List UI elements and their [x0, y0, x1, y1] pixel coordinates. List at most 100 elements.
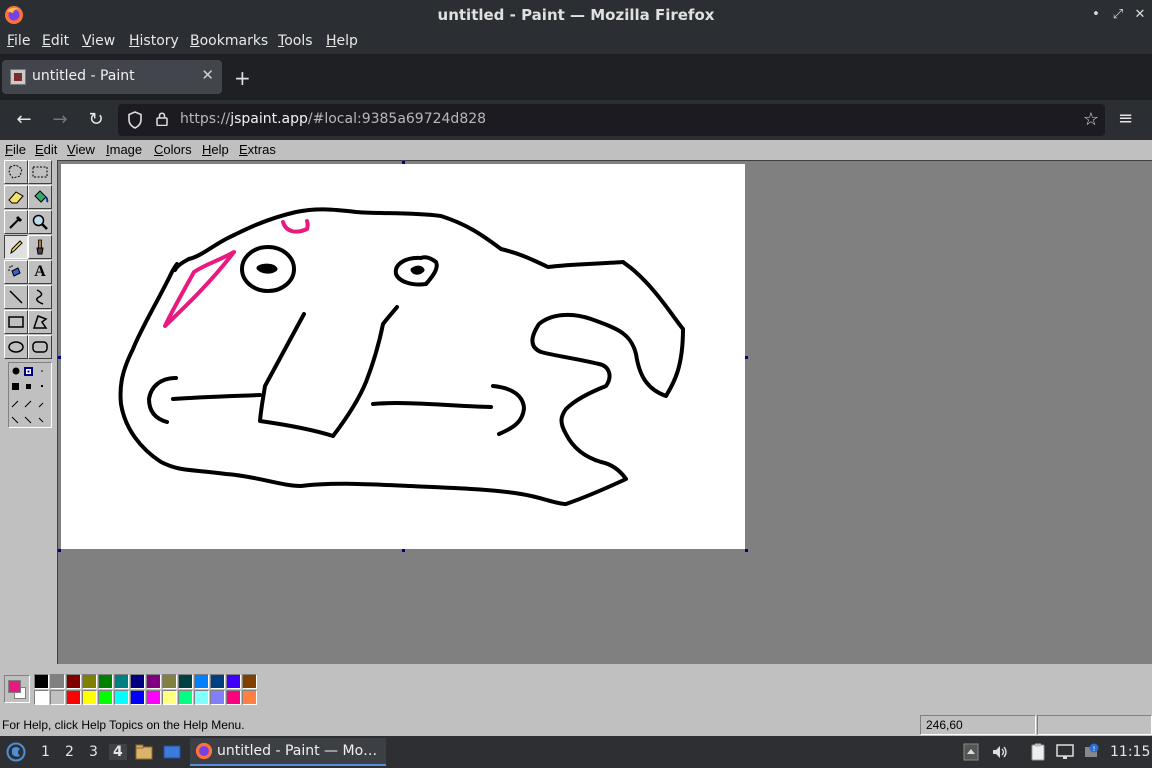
palette-swatch[interactable]: [114, 674, 129, 689]
new-tab-button[interactable]: +: [234, 66, 251, 90]
palette-swatch[interactable]: [178, 690, 193, 705]
forward-button[interactable]: →: [48, 108, 72, 132]
polygon-tool[interactable]: [28, 310, 52, 334]
airbrush-tool[interactable]: [4, 260, 28, 284]
file-manager-icon[interactable]: [134, 742, 154, 762]
palette-swatch[interactable]: [194, 690, 209, 705]
window-titlebar: untitled - Paint — Mozilla Firefox • ⤢ ✕: [0, 0, 1152, 30]
paint-menu-extras[interactable]: Extras: [239, 142, 276, 157]
paint-menu-edit[interactable]: Edit: [35, 142, 57, 157]
network-icon[interactable]: [1055, 743, 1075, 761]
magnifier-tool[interactable]: [28, 210, 52, 234]
resize-handle-right[interactable]: [745, 356, 748, 359]
browser-menu-view[interactable]: View: [82, 33, 115, 49]
drawing-canvas[interactable]: [61, 164, 745, 549]
color-picker-tool[interactable]: [4, 210, 28, 234]
paint-menu-colors[interactable]: Colors: [154, 142, 192, 157]
resize-handle-top[interactable]: [402, 161, 405, 164]
free-select-tool[interactable]: [4, 160, 28, 184]
palette-swatch[interactable]: [162, 674, 177, 689]
browser-menu-file[interactable]: File: [7, 33, 30, 49]
update-notifier-icon[interactable]: !: [1082, 743, 1100, 761]
palette-swatch[interactable]: [50, 690, 65, 705]
browser-menu-help[interactable]: Help: [326, 33, 358, 49]
palette-swatch[interactable]: [178, 674, 193, 689]
resize-handle-corner[interactable]: [745, 549, 748, 552]
workspace-4[interactable]: 4: [109, 744, 127, 760]
reload-button[interactable]: ↻: [84, 108, 108, 132]
start-menu-icon[interactable]: [6, 742, 26, 762]
palette-swatch[interactable]: [82, 674, 97, 689]
tab-close-button[interactable]: ✕: [201, 66, 214, 84]
drawing[interactable]: [61, 164, 745, 549]
tray-up-arrow-icon[interactable]: [963, 743, 979, 761]
palette-swatch[interactable]: [66, 690, 81, 705]
palette-swatch[interactable]: [82, 690, 97, 705]
bookmark-star-icon[interactable]: ☆: [1083, 109, 1099, 130]
workspace-3[interactable]: 3: [89, 744, 98, 760]
palette-swatch[interactable]: [242, 690, 257, 705]
brush-size-options[interactable]: [9, 363, 51, 427]
palette-swatch[interactable]: [226, 674, 241, 689]
current-colors[interactable]: [4, 675, 30, 703]
url-bar[interactable]: https://jspaint.app/#local:9385a69724d82…: [118, 104, 1105, 136]
ellipse-icon: [8, 341, 24, 353]
paint-menu-help[interactable]: Help: [202, 142, 229, 157]
palette-swatch[interactable]: [34, 690, 49, 705]
palette-swatch[interactable]: [98, 674, 113, 689]
workspace-2[interactable]: 2: [65, 744, 74, 760]
clipboard-icon[interactable]: [1030, 743, 1046, 761]
tracking-shield-icon[interactable]: [127, 111, 143, 129]
palette-swatch[interactable]: [162, 690, 177, 705]
maximize-button[interactable]: ⤢: [1108, 5, 1128, 25]
resize-handle-bottom-left[interactable]: [58, 549, 61, 552]
rounded-rectangle-tool[interactable]: [28, 335, 52, 359]
palette-swatch[interactable]: [210, 690, 225, 705]
rectangle-tool[interactable]: [4, 310, 28, 334]
curve-tool[interactable]: [28, 285, 52, 309]
workspace-1[interactable]: 1: [41, 744, 50, 760]
browser-menu-edit[interactable]: Edit: [42, 33, 69, 49]
palette-swatch[interactable]: [34, 674, 49, 689]
brush-tool[interactable]: [28, 235, 52, 259]
pencil-tool[interactable]: [4, 235, 28, 259]
foreground-color[interactable]: [8, 680, 21, 693]
palette-swatch[interactable]: [66, 674, 81, 689]
resize-handle-bottom[interactable]: [402, 549, 405, 552]
browser-menu-history[interactable]: History: [129, 33, 179, 49]
palette-swatch[interactable]: [130, 674, 145, 689]
palette-swatch[interactable]: [194, 674, 209, 689]
palette-swatch[interactable]: [98, 690, 113, 705]
paint-menu-file[interactable]: File: [5, 142, 26, 157]
eraser-tool[interactable]: [4, 185, 28, 209]
text-tool[interactable]: A: [28, 260, 52, 284]
show-desktop-icon[interactable]: [162, 742, 182, 762]
paint-menu-image[interactable]: Image: [106, 142, 142, 157]
tab-paint[interactable]: untitled - Paint ✕: [2, 60, 222, 94]
palette-swatch[interactable]: [146, 674, 161, 689]
palette-swatch[interactable]: [210, 674, 225, 689]
browser-menu-tools[interactable]: Tools: [278, 33, 313, 49]
canvas-area[interactable]: [57, 160, 1152, 664]
palette-swatch[interactable]: [226, 690, 241, 705]
volume-icon[interactable]: [991, 743, 1009, 761]
browser-menu-bookmarks[interactable]: Bookmarks: [190, 33, 268, 49]
minimize-button[interactable]: •: [1086, 5, 1106, 25]
back-button[interactable]: ←: [12, 108, 36, 132]
palette-swatch[interactable]: [242, 674, 257, 689]
ellipse-tool[interactable]: [4, 335, 28, 359]
app-menu-button[interactable]: ≡: [1118, 108, 1133, 129]
palette-swatch[interactable]: [50, 674, 65, 689]
line-tool[interactable]: [4, 285, 28, 309]
palette-swatch[interactable]: [130, 690, 145, 705]
taskbar-item-firefox[interactable]: untitled - Paint — Mo…: [190, 738, 386, 766]
url-text[interactable]: https://jspaint.app/#local:9385a69724d82…: [180, 111, 486, 127]
lock-icon[interactable]: [156, 112, 168, 126]
palette-swatch[interactable]: [146, 690, 161, 705]
resize-handle-left[interactable]: [58, 356, 61, 359]
rect-select-tool[interactable]: [28, 160, 52, 184]
fill-tool[interactable]: [28, 185, 52, 209]
close-window-button[interactable]: ✕: [1130, 5, 1150, 25]
paint-menu-view[interactable]: View: [67, 142, 95, 157]
palette-swatch[interactable]: [114, 690, 129, 705]
